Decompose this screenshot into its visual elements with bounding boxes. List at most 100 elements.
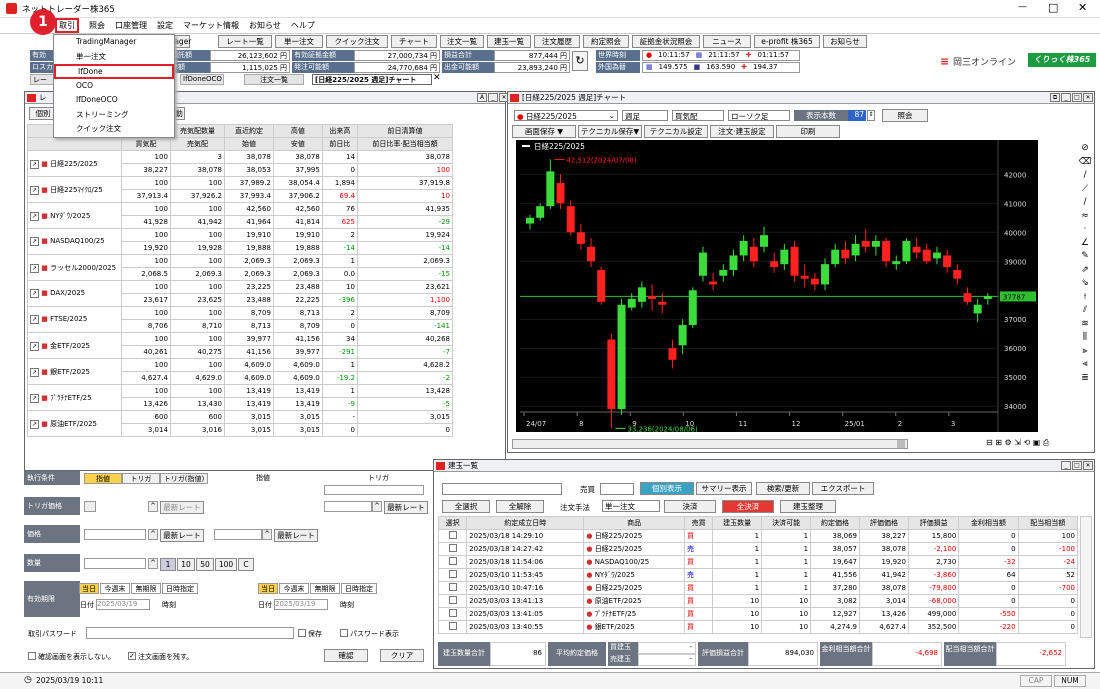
rate-product-cell[interactable]: ↗ ■ 銀ETF/2025: [27, 358, 122, 385]
rate-cell[interactable]: 8,710: [169, 319, 226, 333]
rate-cell[interactable]: 34: [321, 332, 358, 346]
rate-row[interactable]: ↗ ■ NYﾀﾞｳ/2025 100 100 42,560 42,560 76 41,935: [27, 202, 454, 229]
rate-cell[interactable]: 3,015: [224, 410, 274, 424]
pos-cell[interactable]: 12,927: [810, 607, 860, 621]
candle-type-select[interactable]: ローソク足: [728, 110, 790, 121]
chart-icon[interactable]: ↗: [30, 185, 39, 195]
display-count-input[interactable]: 87: [848, 110, 866, 121]
pos-cell[interactable]: -79,800: [907, 581, 960, 595]
rate-cell[interactable]: 19,888: [272, 241, 323, 255]
price-input[interactable]: [84, 529, 146, 540]
dropdown-item-quick-order[interactable]: クイック注文: [54, 122, 174, 137]
rate-row[interactable]: ↗ ■ ラッセル2000/2025 100 100 2,069.3 2,069.3 1 2,…: [27, 254, 454, 281]
rate-cell[interactable]: 42,560: [224, 202, 274, 216]
row-checkbox[interactable]: [448, 570, 457, 578]
toolbar-single-order[interactable]: 単一注文: [275, 35, 323, 48]
pos-cell[interactable]: 1: [761, 581, 812, 595]
pos-select-cell[interactable]: [437, 594, 468, 608]
chart-btn-print[interactable]: 印刷: [776, 125, 840, 138]
pos-cell[interactable]: -220: [958, 620, 1019, 634]
pos-select-cell[interactable]: [437, 542, 468, 556]
trigger-input-col3[interactable]: [324, 501, 372, 512]
pos-cell[interactable]: 2025/03/18 14:29:10: [466, 529, 585, 543]
cond-tab-trigger[interactable]: トリガ: [122, 473, 160, 484]
rate-cell[interactable]: 41,935: [356, 202, 454, 216]
pos-cell[interactable]: 38,227: [859, 529, 909, 543]
rate-cell[interactable]: 13,419: [224, 397, 274, 411]
rate-cell[interactable]: 8,709: [356, 306, 454, 320]
menu-market[interactable]: マーケット情報: [183, 20, 239, 31]
rate-cell[interactable]: 37,995: [272, 163, 323, 177]
table-row[interactable]: 2025/03/10 10:47:16 ● 日経225/2025 買 1 1 37,280…: [437, 581, 1079, 595]
rate-cell[interactable]: 100: [169, 280, 226, 294]
chart-close-icon[interactable]: ✕: [1083, 93, 1093, 102]
pos-cell[interactable]: 買: [684, 620, 714, 634]
menu-help[interactable]: ヘルプ: [291, 20, 315, 31]
pos-cell[interactable]: 19,920: [859, 555, 909, 569]
table-row[interactable]: 2025/03/10 11:53:45 ● NYﾀﾞｳ/2025 売 1 1 41,556…: [437, 568, 1079, 582]
toolbar-execution[interactable]: 約定照会: [583, 35, 629, 48]
expiry-week[interactable]: 今週末: [100, 583, 130, 594]
export-button[interactable]: エクスポート: [812, 482, 874, 495]
pos-cell[interactable]: 1: [761, 542, 812, 556]
rate-cell[interactable]: 100: [169, 384, 226, 398]
chart-icon[interactable]: ↗: [30, 237, 39, 246]
rate-cell[interactable]: 0: [321, 163, 358, 177]
rate-row[interactable]: ↗ ■ NASDAQ100/25 100 100 19,910 19,910 2 19,92…: [27, 228, 454, 255]
pos-cell[interactable]: 買: [684, 594, 714, 608]
tool-icon[interactable]: ⇗: [1078, 264, 1092, 278]
trigger-spin-col3[interactable]: ^: [372, 501, 382, 512]
line-icon[interactable]: ⟋: [1078, 183, 1092, 197]
pos-cell[interactable]: 2,730: [907, 555, 960, 569]
chart-maximize-icon[interactable]: □: [1072, 93, 1082, 102]
clear-button[interactable]: クリア: [380, 649, 424, 662]
rate-cell[interactable]: 3,015: [224, 423, 274, 437]
pos-cell[interactable]: 1: [712, 568, 763, 582]
rate-product-cell[interactable]: ↗ ■ DAX/2025: [27, 280, 122, 307]
chart-btn-order-settings[interactable]: 注文·建玉設定: [710, 125, 774, 138]
trigger-spin-up[interactable]: ^: [148, 501, 158, 512]
rate-cell[interactable]: 3: [169, 150, 226, 164]
rate-cell[interactable]: 100: [169, 254, 226, 268]
chart-scrollbar[interactable]: [512, 439, 908, 449]
pos-select-cell[interactable]: [437, 529, 468, 543]
pos-cell[interactable]: 2025/03/18 14:27:42: [466, 542, 585, 556]
row-checkbox[interactable]: [448, 583, 457, 591]
rate-cell[interactable]: 40,275: [169, 345, 226, 359]
rate-row[interactable]: ↗ ■ 金ETF/2025 100 100 39,977 41,156 34 40,268: [27, 332, 454, 359]
rate-cell[interactable]: 37,913.4: [121, 189, 171, 203]
cond-tab-trigger-limit[interactable]: トリガ(指値): [160, 473, 208, 484]
rate-cell[interactable]: 13,428: [356, 384, 454, 398]
keep-screen-checkbox[interactable]: ✓: [128, 652, 136, 660]
display-count-spin[interactable]: ⇕: [867, 110, 875, 121]
rate-cell[interactable]: 0: [321, 319, 358, 333]
screen-icon[interactable]: ▣: [1033, 438, 1041, 447]
pos-cell[interactable]: 4,274.9: [810, 620, 860, 634]
rate-cell[interactable]: 1: [321, 358, 358, 372]
qty-preset-clear[interactable]: C: [238, 558, 254, 571]
price-spin-col2[interactable]: ^: [262, 529, 272, 540]
pos-cell[interactable]: 買: [684, 607, 714, 621]
rate-cell[interactable]: 100: [169, 228, 226, 242]
rate-cell[interactable]: 13,419: [272, 384, 323, 398]
rate-cell[interactable]: 38,078: [272, 150, 323, 164]
rate-cell[interactable]: 2,069.3: [224, 267, 274, 281]
rate-cell[interactable]: 100: [121, 150, 171, 164]
password-input[interactable]: [86, 627, 294, 639]
rate-cell[interactable]: -29: [356, 215, 454, 229]
close-tab-icon[interactable]: ✕: [433, 73, 441, 83]
rate-cell[interactable]: 19,928: [169, 241, 226, 255]
pos-cell[interactable]: -68,000: [907, 594, 960, 608]
dropdown-item-oco[interactable]: OCO: [54, 79, 174, 94]
cond-tab-limit[interactable]: 指値: [84, 473, 122, 484]
chart-icon[interactable]: ↗: [30, 393, 39, 403]
ray-icon[interactable]: ∕: [1078, 196, 1092, 210]
pos-cell[interactable]: 4,627.4: [859, 620, 909, 634]
toolbar-rate-list[interactable]: レート一覧: [218, 35, 272, 48]
expiry-today-col2[interactable]: 当日: [258, 583, 278, 594]
rate-cell[interactable]: 38,078: [224, 150, 274, 164]
trigger-select[interactable]: [84, 501, 96, 512]
rate-cell[interactable]: 23,617: [121, 293, 171, 307]
pos-maximize-icon[interactable]: □: [1072, 461, 1082, 470]
rate-cell[interactable]: 13,419: [224, 384, 274, 398]
